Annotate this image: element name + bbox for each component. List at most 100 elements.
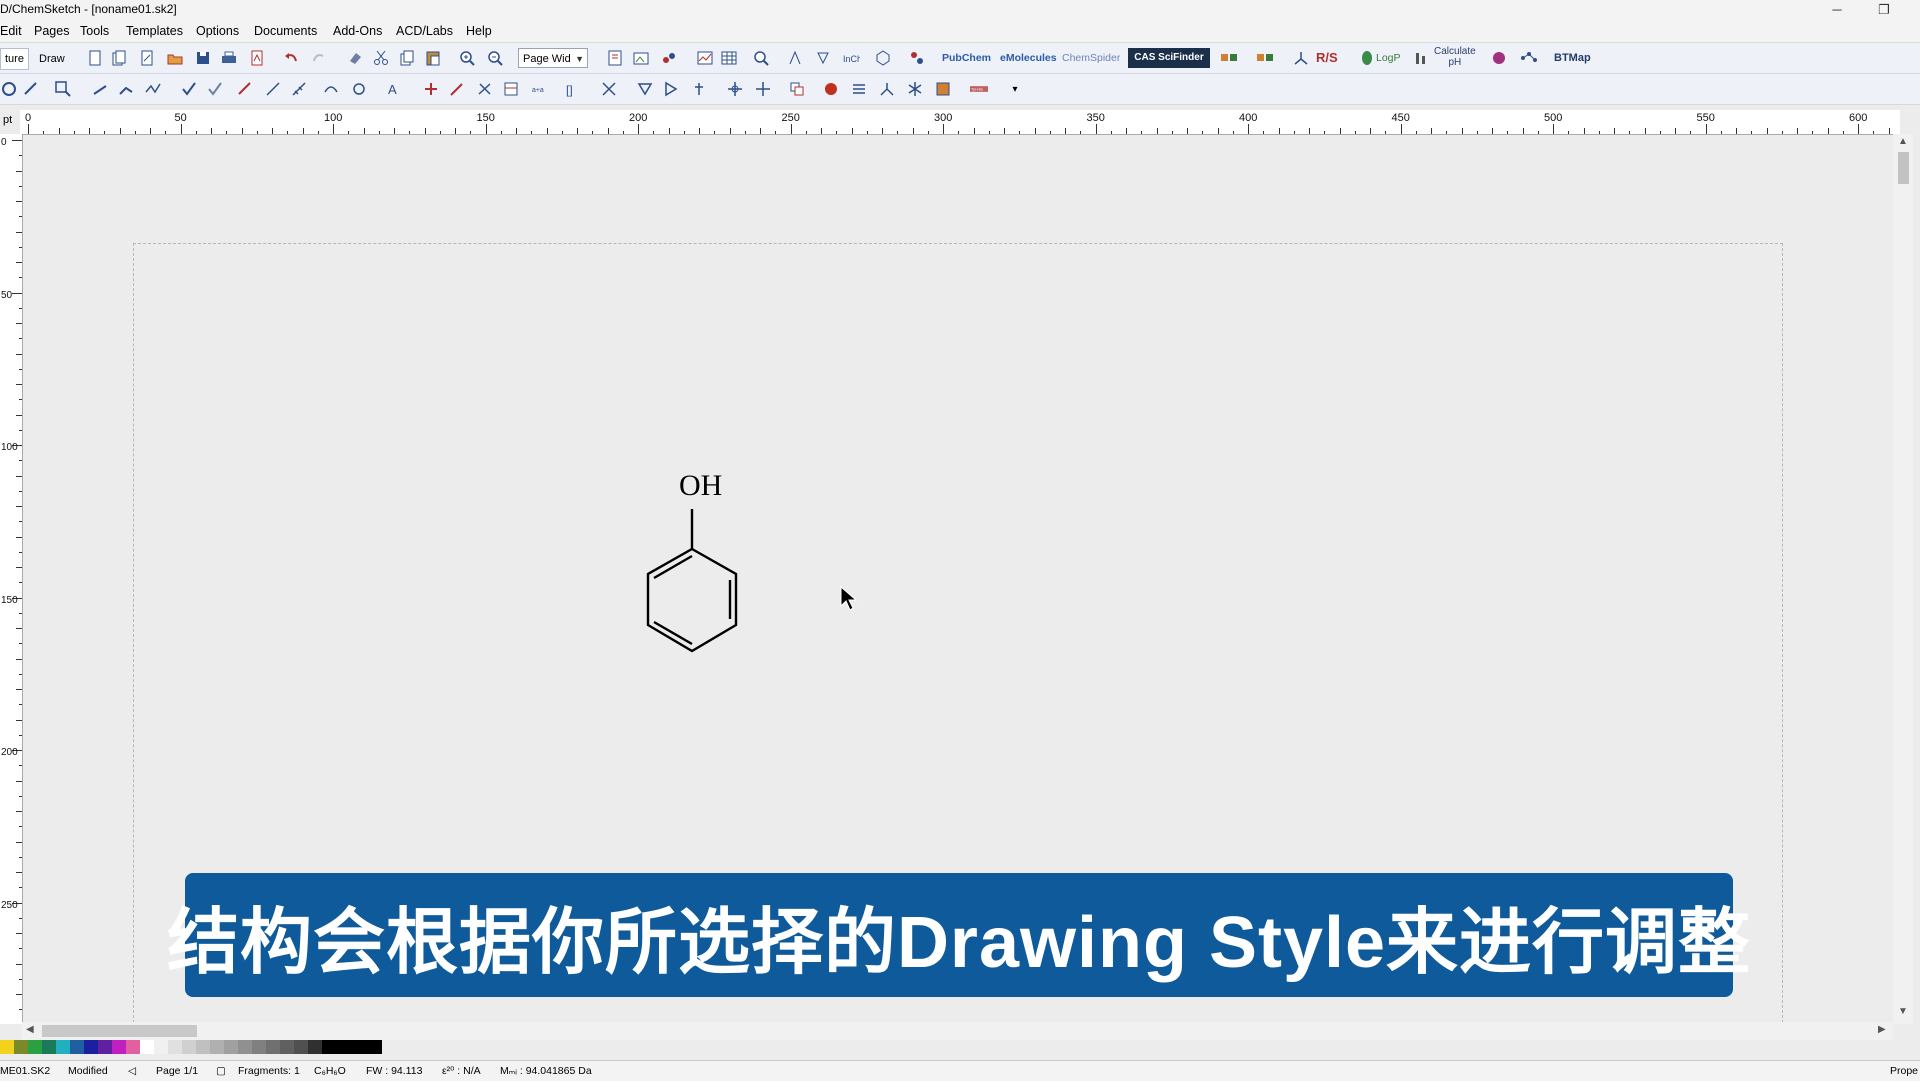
menu-documents[interactable]: Documents	[254, 24, 317, 38]
eraser-icon[interactable]	[346, 49, 364, 67]
rotate-tool-icon[interactable]	[690, 80, 708, 98]
scroll-right-icon[interactable]: ▶	[1878, 1024, 1886, 1035]
tautomer-icon[interactable]	[908, 49, 926, 67]
arc-tool-icon[interactable]	[322, 80, 340, 98]
menu-help[interactable]: Help	[466, 24, 492, 38]
wedge-tool-icon[interactable]	[144, 80, 162, 98]
flip-vertical-icon[interactable]	[636, 80, 654, 98]
chain-tool-icon[interactable]	[118, 80, 136, 98]
check-alt-icon[interactable]	[206, 80, 224, 98]
color-swatch[interactable]	[224, 1040, 238, 1054]
arrow-tool-icon[interactable]	[448, 80, 466, 98]
restore-button[interactable]: ❐	[1864, 0, 1904, 20]
3d-optimize-icon[interactable]	[874, 49, 892, 67]
image-icon[interactable]	[632, 49, 650, 67]
structure-tab[interactable]: ture	[0, 48, 29, 70]
distribute-icon[interactable]	[850, 80, 868, 98]
atom-a-icon[interactable]: a+a	[528, 80, 554, 98]
print-icon[interactable]	[220, 49, 238, 67]
copy-icon[interactable]	[398, 49, 416, 67]
toolbar-overflow-icon[interactable]: ▾	[1006, 80, 1024, 98]
minimize-button[interactable]: ─	[1817, 0, 1857, 20]
save-icon[interactable]	[194, 49, 212, 67]
btmap-icon[interactable]	[1490, 49, 1508, 67]
calculate-ph-button[interactable]: Calculate pH	[1434, 46, 1476, 68]
logp-icon[interactable]	[1358, 49, 1376, 67]
menu-tools[interactable]: Tools	[80, 24, 109, 38]
lasso-icon[interactable]	[22, 80, 40, 98]
ph-icon[interactable]	[1412, 49, 1430, 67]
menu-acd-labs[interactable]: ACD/Labs	[396, 24, 453, 38]
new-page-icon[interactable]	[86, 49, 104, 67]
open-icon[interactable]	[166, 49, 184, 67]
flip-horizontal-icon[interactable]	[662, 80, 680, 98]
color-swatch[interactable]	[308, 1040, 322, 1054]
select-zoom-icon[interactable]	[54, 80, 72, 98]
color-swatch[interactable]	[70, 1040, 84, 1054]
phenol-structure[interactable]: OH	[613, 465, 773, 685]
color-swatch[interactable]	[168, 1040, 182, 1054]
color-swatch[interactable]	[56, 1040, 70, 1054]
color-swatch[interactable]	[266, 1040, 280, 1054]
center-icon[interactable]	[754, 80, 772, 98]
undo-icon[interactable]	[282, 49, 300, 67]
table-icon[interactable]	[720, 49, 738, 67]
check-icon[interactable]	[180, 80, 198, 98]
color-swatch[interactable]	[84, 1040, 98, 1054]
rs-button[interactable]: R/S	[1316, 50, 1338, 65]
peptide-icon[interactable]: Tyr-His	[960, 80, 998, 98]
menu-pages[interactable]: Pages	[34, 24, 69, 38]
color-swatch[interactable]	[112, 1040, 126, 1054]
color-swatch[interactable]	[154, 1040, 168, 1054]
color-swatch[interactable]	[238, 1040, 252, 1054]
color-swatch[interactable]	[196, 1040, 210, 1054]
redo-icon[interactable]	[310, 49, 328, 67]
cas-scifinder-button[interactable]: CAS SciFinder	[1128, 48, 1210, 68]
logp-label[interactable]: LogP	[1376, 52, 1401, 64]
zoom-in-icon[interactable]	[458, 49, 476, 67]
color-swatch[interactable]	[42, 1040, 56, 1054]
delete-page-icon[interactable]	[138, 49, 156, 67]
3d-view-icon[interactable]	[660, 49, 678, 67]
menu-options[interactable]: Options	[196, 24, 239, 38]
menu-templates[interactable]: Templates	[126, 24, 183, 38]
star-icon[interactable]	[906, 80, 924, 98]
color-swatch[interactable]	[322, 1040, 382, 1054]
color-swatch[interactable]	[0, 1040, 14, 1054]
vertical-scrollbar[interactable]: ▲ ▼	[1893, 134, 1913, 1024]
paste-icon[interactable]	[424, 49, 442, 67]
bond-tool-icon[interactable]	[92, 80, 110, 98]
scroll-down-icon[interactable]: ▼	[1898, 1006, 1908, 1017]
color-swatch[interactable]	[182, 1040, 196, 1054]
inchi-icon[interactable]: InChI	[842, 49, 860, 67]
stereo-icon[interactable]	[1292, 49, 1310, 67]
search-structure-icon[interactable]	[752, 49, 770, 67]
zoom-combo[interactable]: Page Wid ▼	[518, 48, 588, 68]
color-swatch[interactable]	[280, 1040, 294, 1054]
horizontal-scroll-thumb[interactable]	[42, 1025, 197, 1037]
template-icon[interactable]	[606, 49, 624, 67]
color-swatch[interactable]	[252, 1040, 266, 1054]
hatch-tool-icon[interactable]	[290, 80, 308, 98]
pubchem-link[interactable]: PubChem	[942, 52, 991, 64]
pdf-icon[interactable]	[248, 49, 266, 67]
scroll-left-icon[interactable]: ◀	[26, 1024, 34, 1035]
menu-edit[interactable]: Edit	[0, 24, 22, 38]
rotate-icon[interactable]	[0, 80, 18, 98]
menu-add-ons[interactable]: Add-Ons	[333, 24, 382, 38]
vertical-scroll-thumb[interactable]	[1898, 152, 1909, 184]
residue-icon[interactable]	[878, 80, 896, 98]
network-icon[interactable]	[1520, 49, 1538, 67]
3d-rotate-icon[interactable]	[822, 80, 840, 98]
bracket-icon[interactable]: []	[564, 80, 582, 98]
zoom-out-icon[interactable]	[486, 49, 504, 67]
reaction-arrow-icon[interactable]	[476, 80, 494, 98]
sugar-icon[interactable]	[934, 80, 952, 98]
color-swatch[interactable]	[126, 1040, 140, 1054]
spectrum-icon[interactable]	[696, 49, 714, 67]
align-icon[interactable]	[502, 80, 520, 98]
reaction-icon[interactable]	[1220, 49, 1238, 67]
color-swatch[interactable]	[140, 1040, 154, 1054]
name-structure-icon[interactable]	[786, 49, 804, 67]
cut-icon[interactable]	[372, 49, 390, 67]
